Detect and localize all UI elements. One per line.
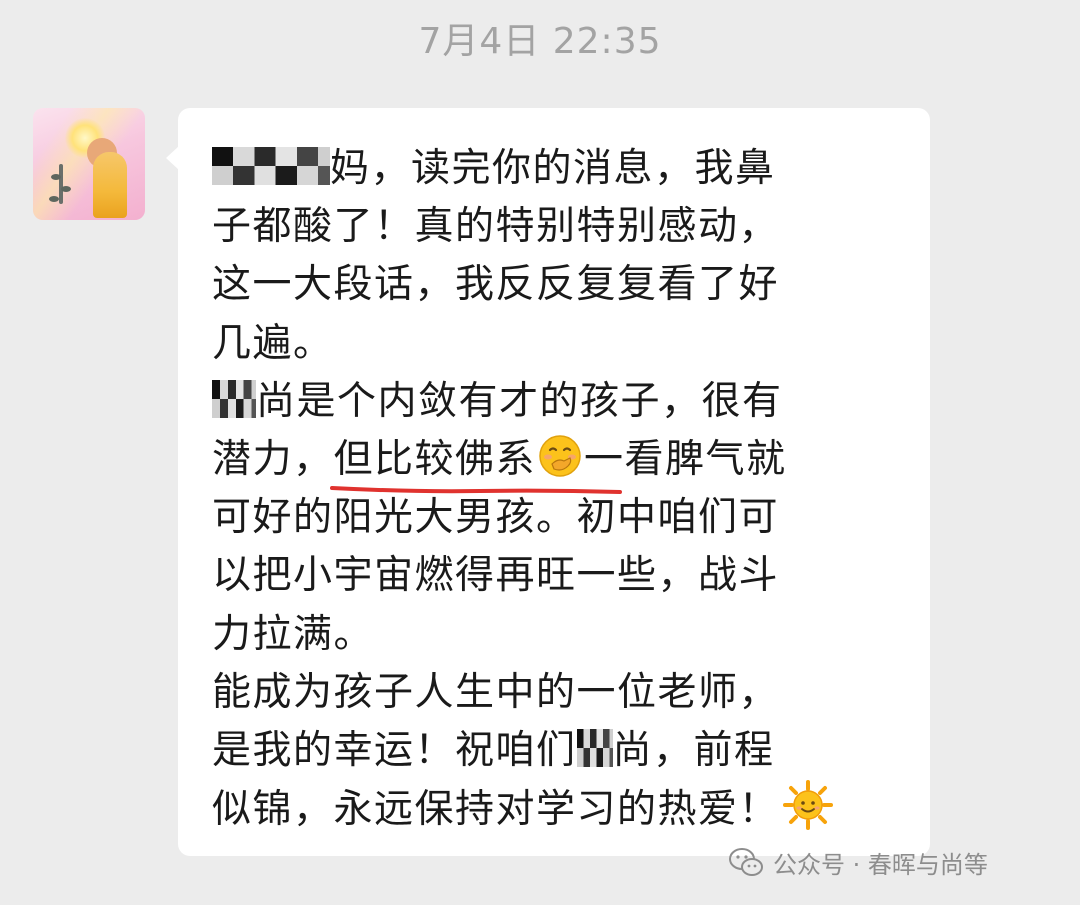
- redacted-mosaic: [576, 728, 613, 767]
- underlined-phrase: 但比较佛系: [329, 431, 622, 495]
- message-line-11: 是我的幸运！祝咱们 尚，前程: [212, 722, 902, 780]
- message-timestamp: 7月4日 22:35: [418, 21, 662, 62]
- avatar-plant-leaf: [51, 174, 61, 180]
- line-text: 尚是个内敛有才的孩子，很有: [256, 378, 783, 424]
- message-line-9: 力拉满。: [212, 611, 375, 657]
- hand-over-mouth-emoji-icon: [539, 435, 581, 477]
- message-line-7: 可好的阳光大男孩。初中咱们可: [212, 495, 780, 541]
- line-text: 是我的幸运！祝咱们: [212, 727, 577, 773]
- line-text: 一看脾气就: [584, 436, 787, 482]
- redacted-mosaic: [212, 379, 256, 418]
- redacted-mosaic: [212, 147, 330, 185]
- avatar-plant-leaf: [49, 196, 59, 202]
- message-line-4: 几遍。: [212, 320, 334, 366]
- line-text: 潜力，: [212, 436, 334, 482]
- line-text: 似锦，永远保持对学习的热爱！: [212, 787, 780, 833]
- message-line-3: 这一大段话，我反反复复看了好: [212, 262, 780, 308]
- sender-avatar[interactable]: [33, 108, 145, 220]
- watermark: 公众号 · 春晖与尚等: [729, 842, 988, 882]
- message-line-8: 以把小宇宙燃得再旺一些，战斗: [212, 553, 780, 599]
- avatar-plant-stem: [59, 164, 63, 204]
- sun-with-face-emoji-icon: [783, 780, 834, 831]
- wechat-icon: [729, 848, 763, 876]
- message-line-12: 似锦，永远保持对学习的热爱！: [212, 780, 902, 838]
- avatar-figure-dress: [93, 152, 127, 218]
- avatar-plant-leaf: [61, 186, 71, 192]
- watermark-text: 公众号 · 春晖与尚等: [773, 850, 988, 879]
- message-text[interactable]: 妈，读完你的消息，我鼻 子都酸了！真的特别特别感动， 这一大段话，我反反复复看了…: [212, 140, 902, 838]
- underlined-phrase-text: 但比较佛系: [333, 436, 537, 482]
- message-line-1: 妈，读完你的消息，我鼻: [212, 140, 902, 198]
- message-line-2: 子都酸了！真的特别特别感动，: [212, 204, 780, 250]
- message-line-10: 能成为孩子人生中的一位老师，: [212, 669, 780, 715]
- line-text: 妈，读完你的消息，我鼻: [330, 146, 776, 191]
- red-underline-stroke: [329, 486, 622, 495]
- line-text: 尚，前程: [612, 727, 775, 773]
- message-line-5: 尚是个内敛有才的孩子，很有: [212, 373, 902, 431]
- message-line-6: 潜力，但比较佛系 一看脾气就: [212, 431, 902, 495]
